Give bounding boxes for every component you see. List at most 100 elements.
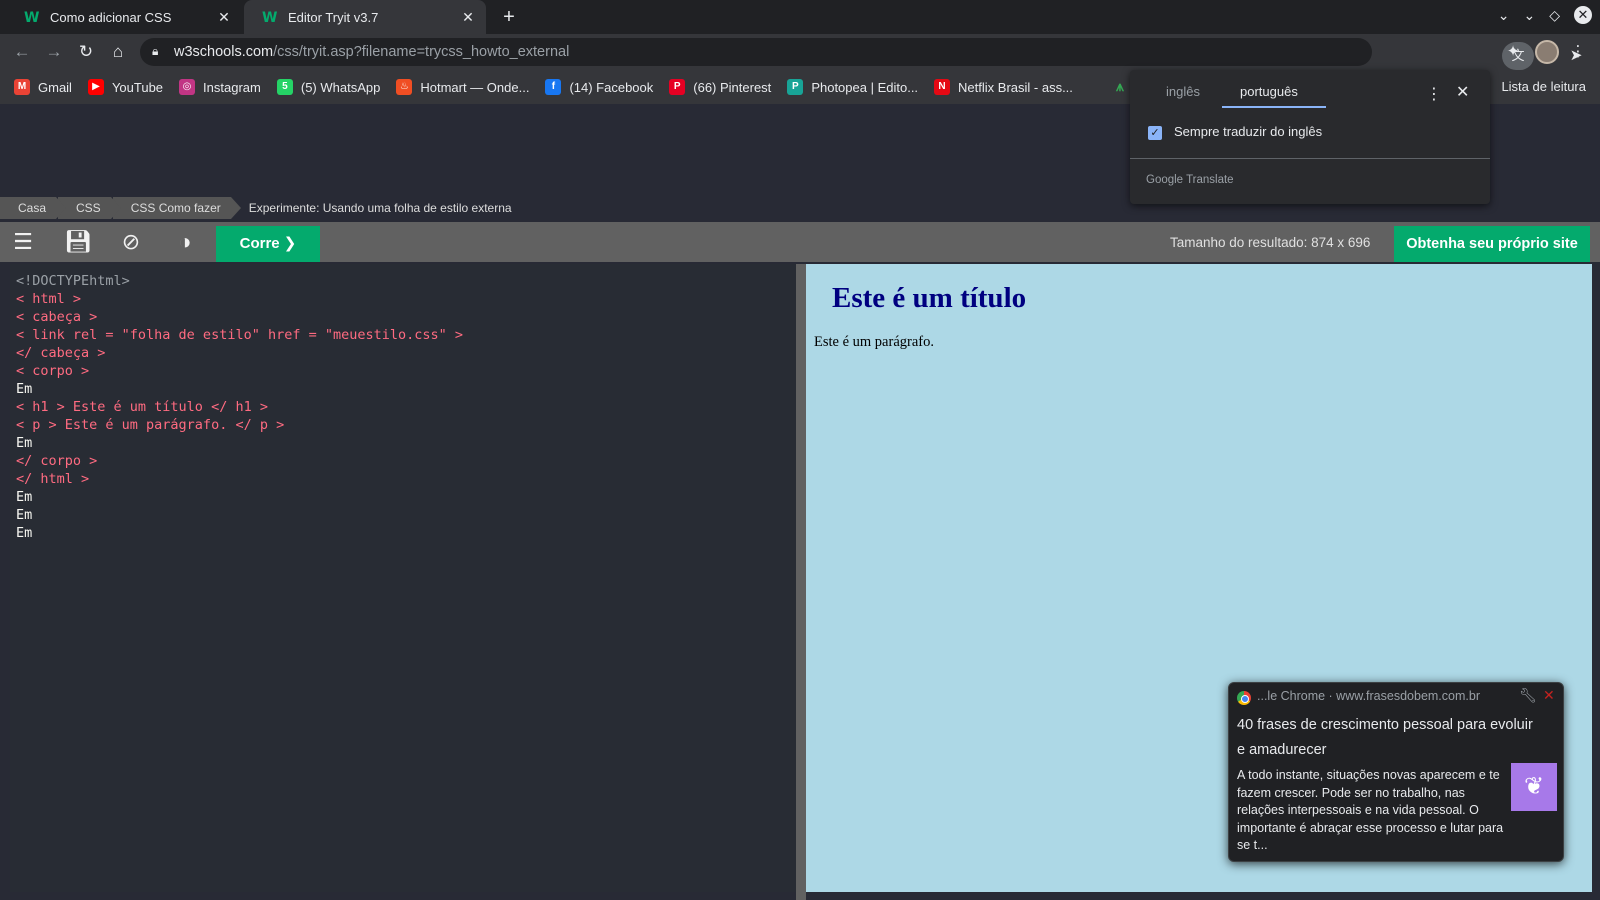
- avatar[interactable]: [1535, 40, 1559, 64]
- menu-icon[interactable]: ⋮: [1568, 42, 1588, 62]
- close-tab-icon[interactable]: ✕: [460, 9, 476, 25]
- bookmark-item[interactable]: ◎ Instagram: [179, 79, 261, 95]
- tab-editor-tryit[interactable]: W Editor Tryit v3.7 ✕: [244, 0, 486, 34]
- save-icon[interactable]: 💾︎: [64, 230, 92, 254]
- tab-source-language[interactable]: inglês: [1166, 84, 1200, 108]
- hotmart-icon: ♨: [396, 79, 413, 95]
- bookmark-item[interactable]: P (66) Pinterest: [669, 79, 771, 95]
- code-line: <!DOCTYPEhtml>: [16, 273, 130, 289]
- url-host: w3schools.com: [174, 44, 274, 60]
- run-button[interactable]: Corre ❯: [216, 226, 320, 262]
- pinterest-icon: P: [669, 79, 686, 95]
- code-line: Em: [16, 381, 33, 397]
- more-options-icon[interactable]: ⋮: [1426, 84, 1442, 104]
- url-text[interactable]: w3schools.com/css/tryit.asp?filename=try…: [174, 44, 569, 60]
- code-line: < link rel = "folha de estilo" href = "m…: [16, 327, 464, 343]
- code-line: </ corpo >: [16, 453, 98, 469]
- breadcrumb: Casa CSS CSS Como fazer Experimente: Usa…: [0, 196, 512, 220]
- leaf-icon: ⩚: [1116, 78, 1124, 94]
- code-line: < html >: [16, 291, 82, 307]
- code-line: </ html >: [16, 471, 90, 487]
- bookmark-label: Netflix Brasil - ass...: [958, 79, 1073, 95]
- google-translate-logo: Google Translate: [1146, 174, 1234, 186]
- hamburger-menu-icon[interactable]: ☰: [10, 230, 36, 254]
- tab-title: Como adicionar CSS: [50, 9, 172, 25]
- reload-icon[interactable]: ↻: [76, 42, 96, 62]
- result-heading: Este é um título: [832, 282, 1027, 314]
- contrast-icon[interactable]: ◑: [172, 230, 198, 254]
- active-tab-indicator: [1222, 106, 1326, 108]
- w3schools-icon: W: [262, 10, 278, 26]
- bookmark-label: (5) WhatsApp: [300, 79, 381, 95]
- close-window-button[interactable]: ✕: [1574, 6, 1592, 24]
- rotate-layout-icon[interactable]: ⊘: [118, 230, 144, 254]
- divider: [1130, 158, 1490, 159]
- code-line: Em: [16, 489, 33, 505]
- back-icon[interactable]: ←: [12, 42, 32, 62]
- extensions-icon[interactable]: ✦: [1503, 42, 1523, 62]
- close-icon[interactable]: ✕: [1456, 82, 1469, 102]
- tab-como-adicionar-css[interactable]: W Como adicionar CSS ✕: [6, 0, 242, 34]
- forward-icon[interactable]: →: [44, 42, 64, 62]
- breadcrumb-home[interactable]: Casa: [0, 197, 67, 219]
- code-line: </ cabeça >: [16, 345, 106, 361]
- bookmark-item[interactable]: f (14) Facebook: [545, 79, 653, 95]
- bookmark-label: Photopea | Edito...: [811, 79, 919, 95]
- facebook-icon: f: [545, 79, 562, 95]
- notification-title: 40 frases de crescimento pessoal para ev…: [1237, 717, 1533, 758]
- whatsapp-icon: 5: [276, 79, 293, 95]
- tab-strip: W Como adicionar CSS ✕ W Editor Tryit v3…: [0, 0, 1600, 34]
- code-line: < corpo >: [16, 363, 90, 379]
- get-own-site-button[interactable]: Obtenha seu próprio site: [1394, 226, 1590, 262]
- netflix-icon: N: [934, 79, 951, 95]
- panel-divider[interactable]: [796, 264, 806, 900]
- always-translate-label[interactable]: Sempre traduzir do inglês: [1174, 124, 1322, 139]
- editor-toolbar: ☰ 💾︎ ⊘ ◑ Corre ❯ Tamanho do resultado: 8…: [0, 222, 1600, 262]
- notification-card[interactable]: ...le Chrome · www.frasesdobem.com.br 🔧︎…: [1228, 682, 1564, 862]
- chrome-icon: [1237, 691, 1251, 705]
- bookmark-item[interactable]: ♨ Hotmart — Onde...: [396, 79, 529, 95]
- breadcrumb-css-howto[interactable]: CSS Como fazer: [112, 197, 241, 219]
- bookmark-item[interactable]: 5 (5) WhatsApp: [276, 79, 381, 95]
- new-tab-button[interactable]: +: [498, 6, 520, 28]
- feather-thumbnail-icon: ❦: [1511, 763, 1557, 811]
- code-line: Em: [16, 525, 33, 541]
- notification-source: ...le Chrome · www.frasesdobem.com.br: [1257, 689, 1480, 703]
- bookmark-label: Gmail: [38, 79, 72, 95]
- bookmark-item[interactable]: P Photopea | Edito...: [787, 79, 918, 95]
- lock-icon[interactable]: 🔒︎: [152, 44, 166, 60]
- code-editor[interactable]: <!DOCTYPEhtml> < html > < cabeça > < link r…: [10, 264, 796, 892]
- breadcrumb-current: Experimente: Usando uma folha de estilo …: [248, 201, 512, 215]
- url-path: /css/tryit.asp?filename=trycss_howto_ext…: [273, 44, 570, 60]
- result-size-label: Tamanho do resultado: 874 x 696: [1170, 235, 1371, 250]
- code-line: Em: [16, 507, 33, 523]
- code-line: Em: [16, 435, 33, 451]
- code-line: < p > Este é um parágrafo. </ p >: [16, 417, 285, 433]
- reading-list-button[interactable]: Lista de leitura: [1501, 79, 1586, 94]
- result-paragraph: Este é um parágrafo.: [814, 334, 934, 350]
- browser-toolbar: ← → ↻ ⌂ 🔒︎ w3schools.com/css/tryit.asp?f…: [0, 34, 1600, 70]
- tab-search-icon[interactable]: ⌄: [1498, 7, 1510, 24]
- w3schools-icon: W: [24, 10, 40, 26]
- close-tab-icon[interactable]: ✕: [216, 9, 232, 25]
- bookmark-item[interactable]: M Gmail: [14, 79, 72, 95]
- tab-target-language[interactable]: português: [1240, 84, 1298, 108]
- instagram-icon: ◎: [179, 79, 196, 95]
- gmail-icon: M: [14, 79, 30, 95]
- youtube-icon: ▶: [87, 79, 104, 95]
- code-line: < cabeça >: [16, 309, 98, 325]
- notification-body: A todo instante, situações novas aparece…: [1237, 768, 1504, 852]
- bookmark-label: (66) Pinterest: [693, 79, 772, 95]
- close-notification-icon[interactable]: ✕: [1543, 687, 1555, 704]
- settings-wrench-icon[interactable]: 🔧︎: [1519, 687, 1537, 704]
- window-controls: ⌄ ⌄ ◇ ✕: [1498, 6, 1592, 24]
- always-translate-checkbox[interactable]: ✓: [1148, 126, 1162, 140]
- code-line: < h1 > Este é um título </ h1 >: [16, 399, 268, 415]
- bookmark-item[interactable]: ▶ YouTube: [87, 79, 163, 95]
- bookmark-label: Hotmart — Onde...: [420, 79, 530, 95]
- home-icon[interactable]: ⌂: [108, 42, 128, 62]
- bookmark-item[interactable]: N Netflix Brasil - ass...: [934, 79, 1073, 95]
- maximize-icon[interactable]: ◇: [1549, 7, 1560, 24]
- address-bar[interactable]: 🔒︎ w3schools.com/css/tryit.asp?filename=…: [140, 38, 1582, 70]
- minimize-icon[interactable]: ⌄: [1523, 7, 1535, 24]
